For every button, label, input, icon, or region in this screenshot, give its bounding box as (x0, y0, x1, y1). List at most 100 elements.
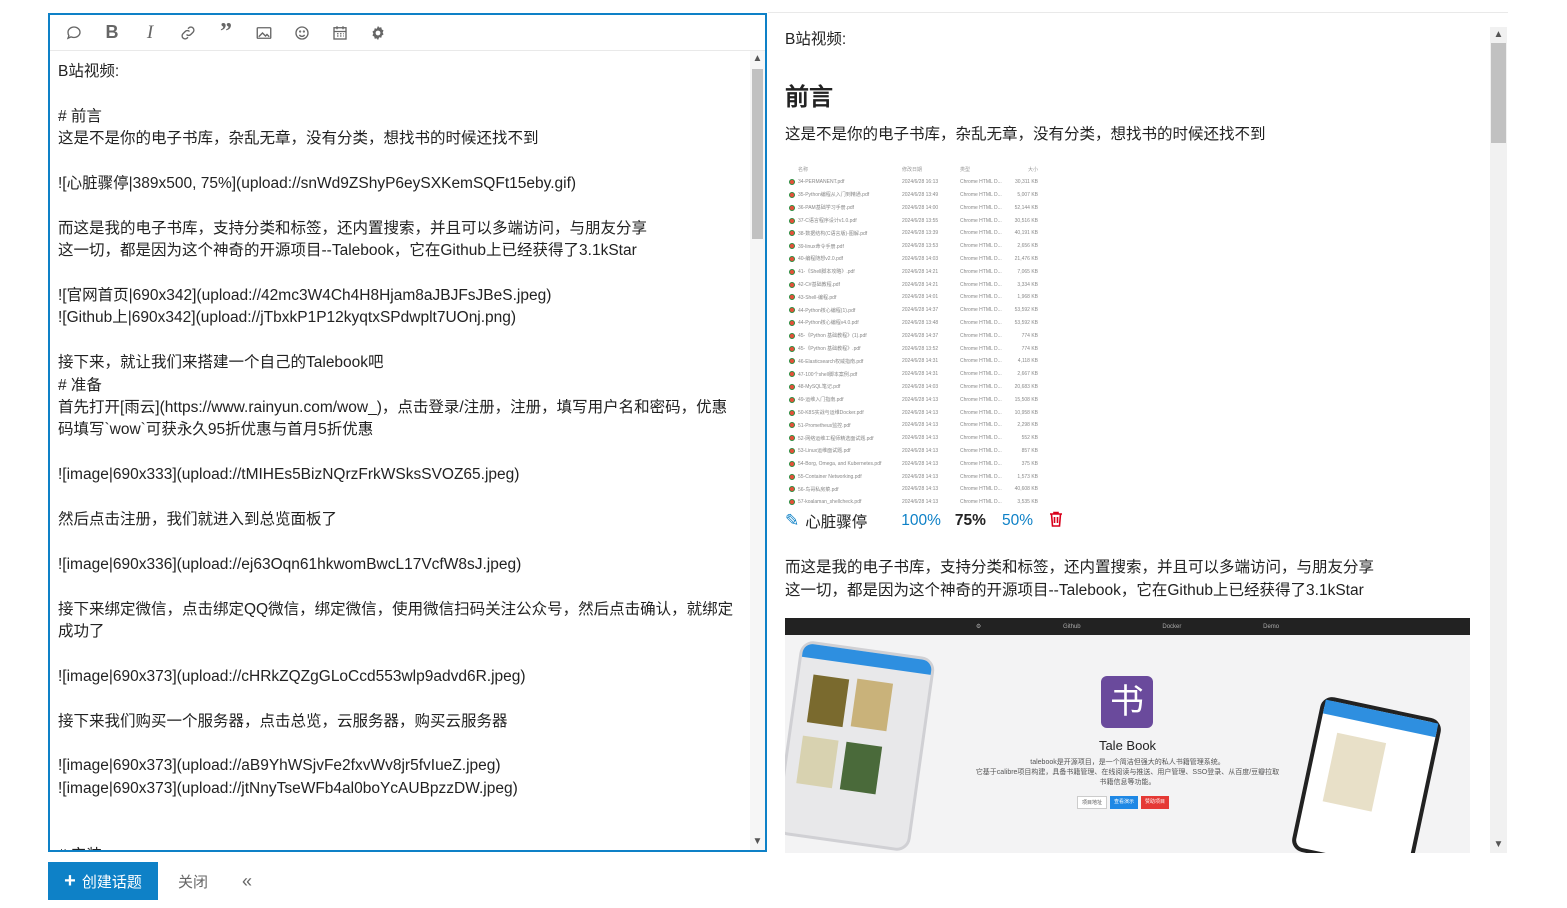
preview-scrollbar-thumb[interactable] (1491, 43, 1506, 143)
scale-50-button[interactable]: 50% (1002, 512, 1033, 530)
filelist-cell: 2024/6/28 14:13 (902, 486, 939, 493)
filelist-cell: 40-编程随想v2.0.pdf (798, 256, 844, 263)
editor-textarea[interactable]: B站视频: # 前言 这是不是你的电子书库，杂乱无章，没有分类，想找书的时候还找不到… (50, 51, 749, 850)
pencil-icon[interactable]: ✎ (785, 511, 799, 531)
filelist-cell: 2,667 KB (1017, 371, 1038, 378)
scrollbar-thumb[interactable] (752, 69, 763, 239)
scroll-down-arrow-icon[interactable]: ▼ (750, 834, 765, 850)
filelist-row: 51-Prometheus监控.pdf 2024/6/28 14:13 Chrome… (789, 419, 1039, 432)
collapse-preview-icon[interactable]: « (242, 871, 252, 892)
filelist-cell: 5,007 KB (1017, 191, 1038, 198)
chrome-file-icon (789, 230, 795, 237)
filelist-cell: Chrome HTML D... (960, 486, 1002, 493)
preview-paragraph-2a: 而这是我的电子书库，支持分类和标签，还内置搜索，并且可以多端访问，与朋友分享 (785, 559, 1375, 576)
talebook-buttons: 项目地址 查看演示 赞助项目 (1077, 796, 1170, 809)
image-upload-icon[interactable] (246, 17, 282, 49)
filelist-cell: 36-PAM基础学习手册.pdf (798, 205, 855, 212)
filelist-row: 40-编程随想v2.0.pdf 2024/6/28 14:03 Chrome HTM… (789, 253, 1039, 266)
filelist-cell: 57-koalaman_shellcheck.pdf (798, 499, 862, 506)
filelist-cell: 2024/6/28 14:01 (902, 294, 939, 301)
preview-scroll-down-icon[interactable]: ▼ (1490, 837, 1507, 853)
chrome-file-icon (789, 435, 795, 442)
filelist-row: 47-100个shell脚本案例.pdf 2024/6/28 14:31 Chrom… (789, 368, 1039, 381)
filelist-cell: 53,592 KB (1014, 307, 1038, 314)
image-alt-text[interactable]: 心脏骤停 (805, 510, 867, 532)
chrome-file-icon (789, 307, 795, 314)
link-icon[interactable] (170, 17, 206, 49)
filelist-row: 36-PAM基础学习手册.pdf 2024/6/28 14:00 Chrome HT… (789, 201, 1039, 214)
create-topic-button[interactable]: + 创建话题 (48, 862, 158, 900)
filelist-cell: 15,508 KB (1014, 396, 1038, 403)
filelist-cell: Chrome HTML D... (960, 217, 1002, 224)
filelist-row: 49-运维入门指南.pdf 2024/6/28 14:13 Chrome HTML … (789, 393, 1039, 406)
talebook-nav-github: Github (1062, 623, 1081, 630)
chrome-file-icon (789, 191, 795, 198)
filelist-row: 57-koalaman_shellcheck.pdf 2024/6/28 14:1… (789, 496, 1039, 509)
close-button[interactable]: 关闭 (178, 871, 208, 892)
filelist-cell: 30,311 KB (1015, 179, 1038, 186)
filelist-row: 41-《Shell脚本攻略》.pdf 2024/6/28 14:21 Chrome … (789, 265, 1039, 278)
filelist-header-type: 类型 (960, 166, 971, 173)
filelist-cell: 45-《Python 基础教程》.pdf (798, 346, 861, 353)
gear-icon[interactable] (360, 17, 396, 49)
preview-intro: B站视频: (785, 31, 847, 48)
chrome-file-icon (789, 294, 795, 301)
talebook-project-button: 项目地址 (1077, 796, 1108, 809)
filelist-cell: 39-linux命令手册.pdf (798, 243, 844, 250)
editor-line: 这是不是你的电子书库，杂乱无章，没有分类，想找书的时候还找不到 (58, 130, 539, 148)
blockquote-icon[interactable]: ” (208, 17, 244, 49)
filelist-cell: 2024/6/28 14:21 (902, 281, 939, 288)
filelist-cell: Chrome HTML D... (960, 435, 1002, 442)
trash-icon[interactable] (1049, 511, 1063, 532)
filelist-cell: 552 KB (1021, 435, 1038, 442)
filelist-cell: 2024/6/28 14:31 (902, 358, 939, 365)
chrome-file-icon (789, 409, 795, 416)
editor-line: # 准备 (58, 376, 102, 394)
filelist-header-size: 大小 (1027, 166, 1038, 173)
preview-scrollbar[interactable]: ▲ ▼ (1490, 27, 1507, 853)
editor-line: 接下来绑定微信，点击绑定QQ微信，绑定微信，使用微信扫码关注公众号，然后点击确认… (58, 600, 734, 641)
scale-100-button[interactable]: 100% (901, 512, 941, 530)
preview-scroll-up-icon[interactable]: ▲ (1490, 27, 1507, 43)
filelist-cell: Chrome HTML D... (960, 422, 1002, 429)
emoji-icon[interactable] (284, 17, 320, 49)
chrome-file-icon (789, 332, 795, 339)
filelist-cell: 2024/6/28 14:13 (902, 447, 939, 454)
filelist-cell: 2024/6/28 14:13 (902, 422, 939, 429)
filelist-cell: Chrome HTML D... (960, 358, 1002, 365)
talebook-demo-button: 查看演示 (1110, 796, 1139, 809)
filelist-row: 39-linux命令手册.pdf 2024/6/28 13:53 Chrome HT… (789, 240, 1039, 253)
bold-icon[interactable]: B (94, 17, 130, 49)
scale-75-button[interactable]: 75% (955, 512, 986, 530)
editor-line: 这一切，都是因为这个神奇的开源项目--Talebook，它在Github上已经获… (58, 242, 637, 260)
filelist-row: 54-Borg, Omega, and Kubernetes.pdf 2024/6… (789, 457, 1039, 470)
filelist-cell: 2024/6/28 14:03 (902, 255, 939, 262)
filelist-cell: 774 KB (1021, 332, 1038, 339)
filelist-cell: 2,656 KB (1017, 243, 1038, 250)
filelist-cell: 2024/6/28 14:21 (902, 268, 939, 275)
composer-editor: B I ” B站视频: # 前言 这是不是你的电子书库，杂乱无章，没有分类，想找书的… (48, 13, 767, 852)
filelist-row: 55-Container Networking.pdf 2024/6/28 14:… (789, 470, 1039, 483)
filelist-cell: 40,191 KB (1014, 230, 1038, 237)
calendar-icon[interactable] (322, 17, 358, 49)
scroll-up-arrow-icon[interactable]: ▲ (750, 51, 765, 67)
italic-icon[interactable]: I (132, 17, 168, 49)
chrome-file-icon (789, 179, 795, 186)
filelist-row: 42-C#基础教程.pdf 2024/6/28 14:21 Chrome HTML … (789, 278, 1039, 291)
filelist-cell: Chrome HTML D... (960, 179, 1002, 186)
editor-scrollbar[interactable]: ▲ ▼ (750, 51, 765, 850)
filelist-cell: 2024/6/28 13:39 (902, 230, 939, 237)
filelist-cell: 52-网络运维工程师精选面试题.pdf (798, 435, 874, 442)
quote-reply-icon[interactable] (56, 17, 92, 49)
filelist-row: 45-《Python 基础教程》(1).pdf 2024/6/28 14:37 Ch… (789, 329, 1039, 342)
filelist-cell: 21,476 KB (1014, 255, 1038, 262)
editor-line: 然后点击注册，我们就进入到总览面板了 (58, 511, 338, 529)
filelist-cell: Chrome HTML D... (960, 383, 1002, 390)
